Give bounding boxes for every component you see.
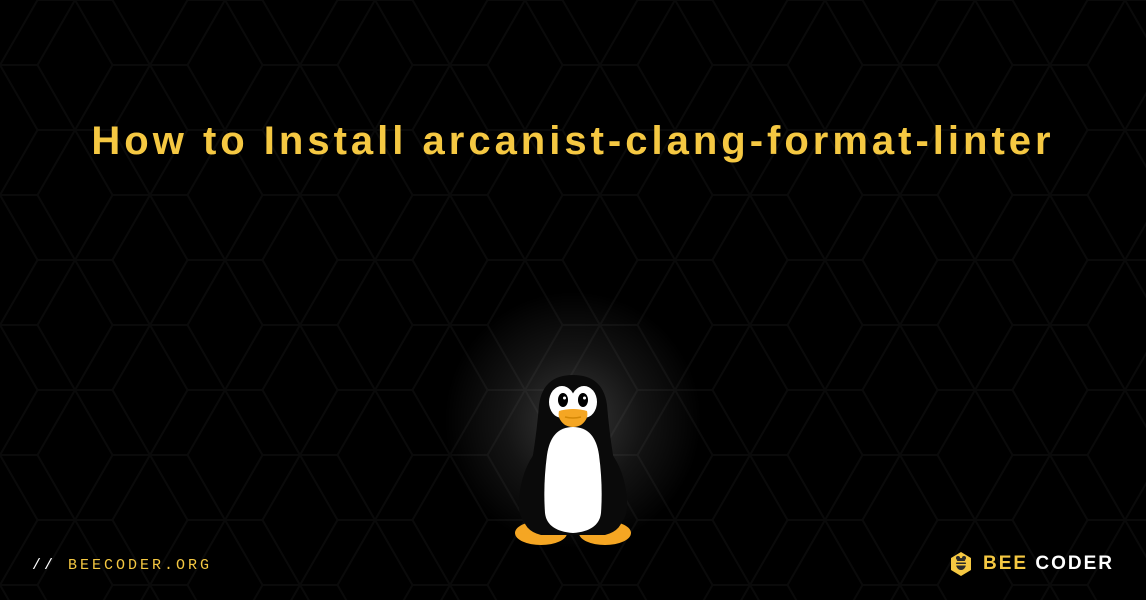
bee-hexagon-icon <box>947 550 975 578</box>
title-container: How to Install arcanist-clang-format-lin… <box>0 95 1146 187</box>
site-url: // BEECODER.ORG <box>32 557 212 574</box>
url-text: BEECODER.ORG <box>68 557 212 574</box>
brand-logo-container: BEE CODER <box>947 550 1114 578</box>
page-title: How to Install arcanist-clang-format-lin… <box>60 95 1086 187</box>
brand-text: BEE CODER <box>983 553 1114 575</box>
brand-bee: BEE <box>983 553 1028 574</box>
brand-coder: CODER <box>1028 553 1114 574</box>
url-slashes: // <box>32 557 68 574</box>
tux-penguin-icon <box>493 355 653 545</box>
